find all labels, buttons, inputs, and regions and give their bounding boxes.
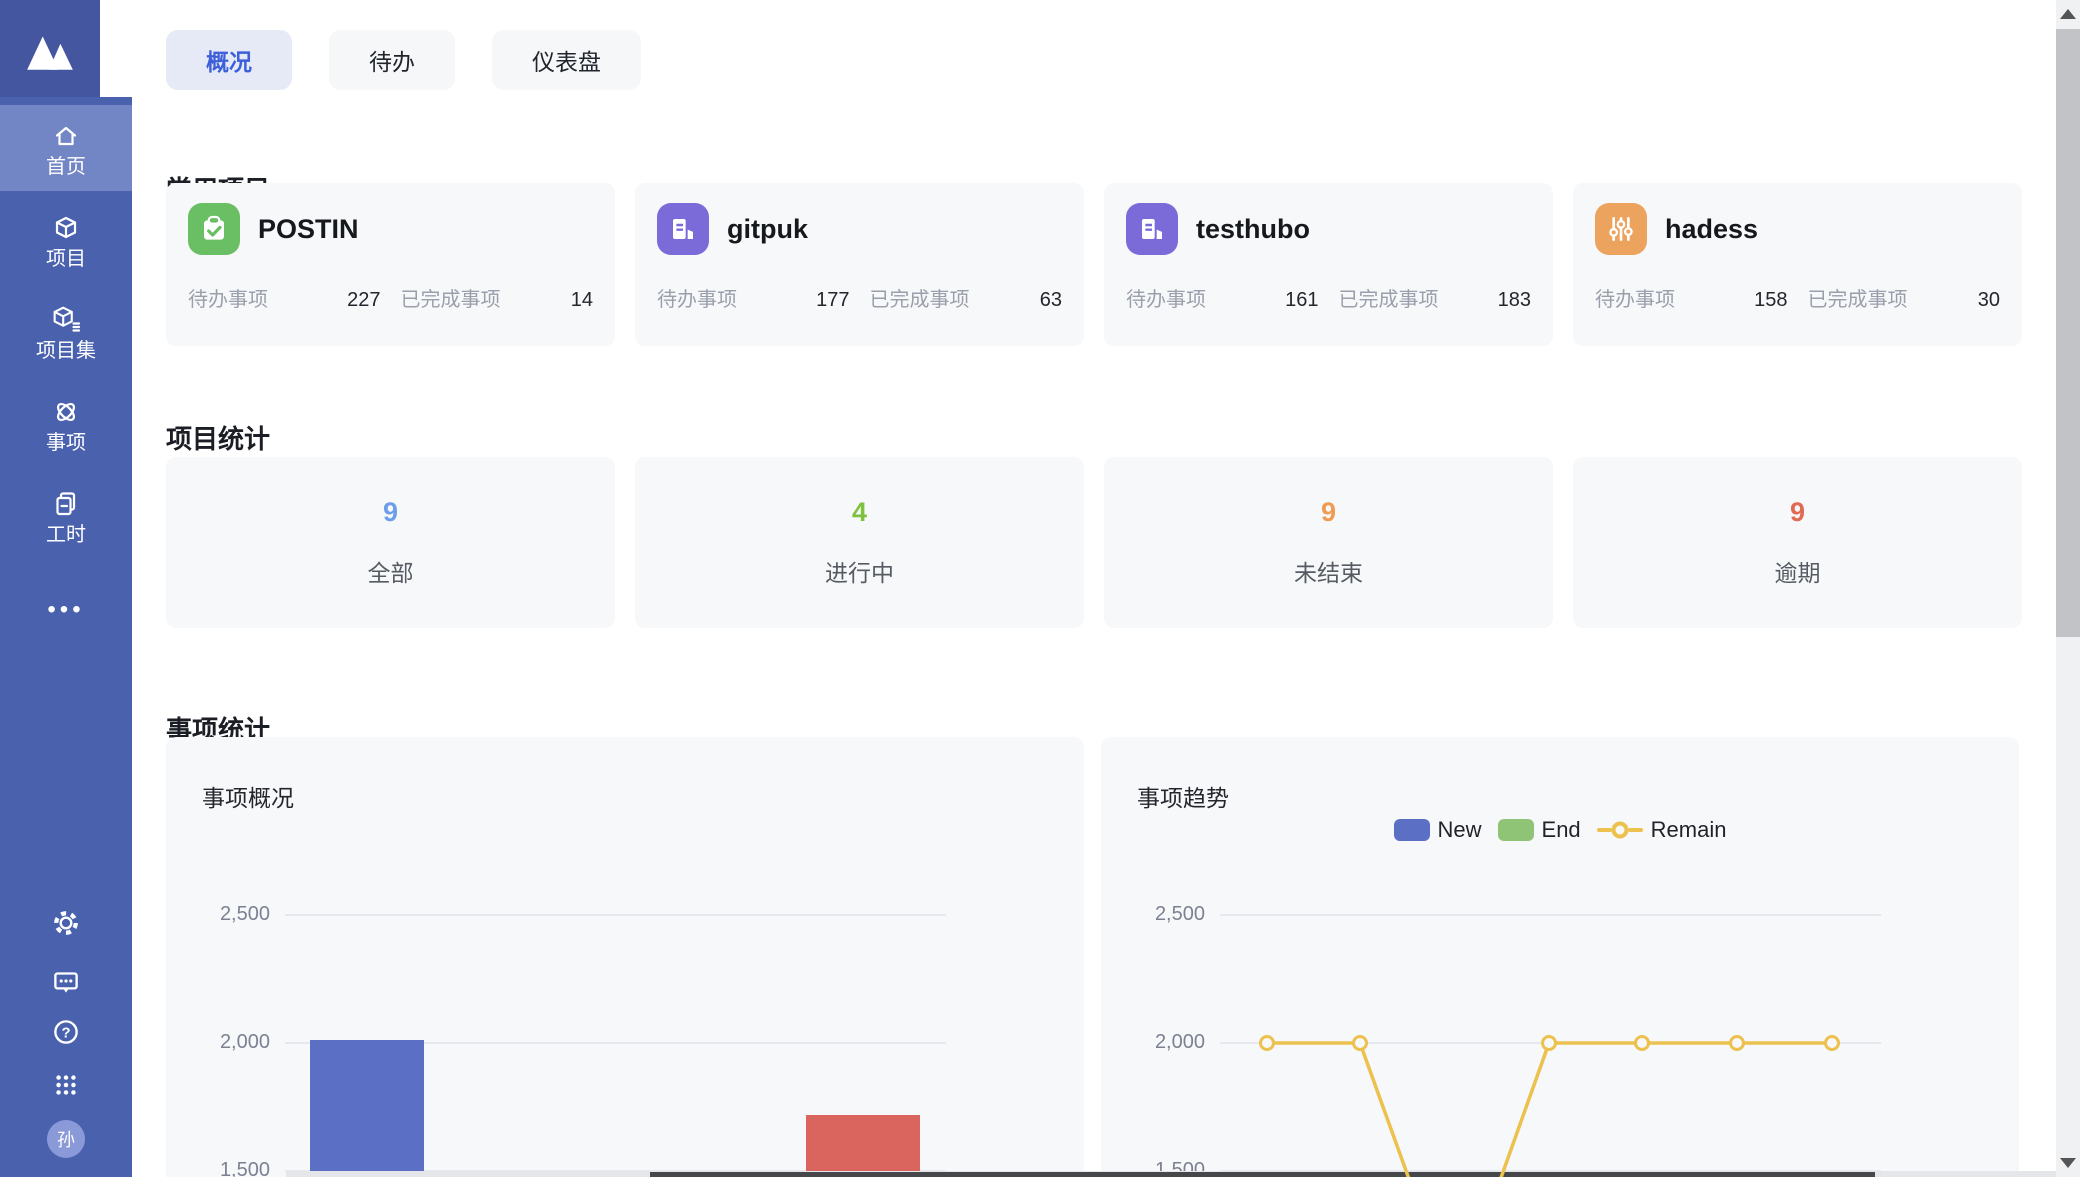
item-trend-chart: 事项趋势 New End Remain 1,5002,0002,5	[1101, 737, 2019, 1177]
tab-todo[interactable]: 待办	[329, 30, 455, 90]
mountain-logo-icon	[23, 24, 77, 74]
gridline	[285, 914, 946, 916]
sidebar-item-worktime[interactable]: 工时	[0, 473, 132, 559]
done-label: 已完成事项	[1339, 283, 1439, 312]
sidebar-corner-patch	[100, 0, 132, 97]
todo-count: 227	[347, 289, 380, 312]
dashboard-page: 首页 项目 项目集	[0, 0, 2080, 1177]
svg-text:?: ?	[61, 1025, 70, 1041]
settings-gear-icon[interactable]	[0, 906, 132, 940]
section-title-project-stats: 项目统计	[166, 419, 270, 456]
done-label: 已完成事项	[870, 283, 970, 312]
y-axis-tick-label: 1,500	[190, 1159, 270, 1177]
todo-count: 158	[1754, 289, 1787, 312]
apps-grid-icon[interactable]	[0, 1068, 132, 1102]
sidebar-item-label: 首页	[46, 157, 86, 177]
done-count: 63	[1040, 289, 1062, 312]
bar-1	[310, 1040, 424, 1177]
stat-card-all[interactable]: 9 全部	[166, 457, 615, 628]
stat-label: 进行中	[825, 554, 894, 588]
done-count: 183	[1498, 289, 1531, 312]
project-card[interactable]: gitpuk 待办事项 177 已完成事项 63	[635, 183, 1084, 346]
stat-card-unfinished[interactable]: 9 未结束	[1104, 457, 1553, 628]
loops-icon	[50, 396, 82, 428]
sidebar-item-label: 工时	[46, 525, 86, 545]
documents-icon	[50, 488, 82, 520]
cube-list-icon	[50, 304, 82, 336]
done-label: 已完成事项	[401, 283, 501, 312]
help-icon[interactable]: ?	[0, 1015, 132, 1049]
stat-value: 9	[383, 497, 398, 528]
done-count: 14	[571, 289, 593, 312]
sidebar-item-project[interactable]: 项目	[0, 197, 132, 283]
project-card[interactable]: POSTIN 待办事项 227 已完成事项 14	[166, 183, 615, 346]
todo-label: 待办事项	[1595, 283, 1675, 312]
project-cards-row: POSTIN 待办事项227 已完成事项14 gitpuk 待办事项17	[166, 183, 2022, 346]
trend-line-svg	[1101, 737, 2019, 1177]
sidebar-more-button[interactable]: •••	[0, 596, 132, 624]
vertical-scrollbar[interactable]	[2056, 0, 2080, 1177]
todo-label: 待办事项	[1126, 283, 1206, 312]
clipboard-check-icon	[188, 203, 240, 255]
sidebar-item-label: 项目集	[36, 341, 96, 361]
sidebar-item-program[interactable]: 项目集	[0, 289, 132, 375]
bar-2	[806, 1115, 920, 1177]
project-name: gitpuk	[727, 214, 808, 245]
stat-value: 9	[1321, 497, 1336, 528]
todo-count: 177	[816, 289, 849, 312]
project-stats-row: 9 全部 4 进行中 9 未结束 9 逾期	[166, 457, 2022, 628]
avatar-initial: 孙	[47, 1120, 85, 1158]
scrollbar-thumb[interactable]	[2056, 29, 2080, 637]
done-label: 已完成事项	[1808, 283, 1908, 312]
sidebar: 首页 项目 项目集	[0, 0, 132, 1177]
scroll-up-icon[interactable]	[2056, 9, 2080, 19]
message-icon[interactable]	[0, 965, 132, 999]
cube-icon	[50, 212, 82, 244]
sliders-icon	[1595, 203, 1647, 255]
top-tabs: 概况 待办 仪表盘	[166, 30, 641, 90]
todo-label: 待办事项	[657, 283, 737, 312]
project-name: testhubo	[1196, 214, 1310, 245]
stat-label: 未结束	[1294, 554, 1363, 588]
done-count: 30	[1978, 289, 2000, 312]
stat-value: 4	[852, 497, 867, 528]
sidebar-item-home[interactable]: 首页	[0, 105, 132, 191]
tab-overview[interactable]: 概况	[166, 30, 292, 90]
chart-title: 事项概况	[202, 779, 294, 813]
project-card[interactable]: testhubo 待办事项 161 已完成事项 183	[1104, 183, 1553, 346]
user-avatar[interactable]: 孙	[0, 1120, 132, 1158]
y-axis-tick-label: 2,500	[190, 903, 270, 926]
stat-label: 全部	[368, 554, 414, 588]
sidebar-item-label: 项目	[46, 249, 86, 269]
home-icon	[50, 120, 82, 152]
project-card[interactable]: hadess 待办事项 158 已完成事项 30	[1573, 183, 2022, 346]
todo-count: 161	[1285, 289, 1318, 312]
repo-icon	[1126, 203, 1178, 255]
sidebar-item-issues[interactable]: 事项	[0, 381, 132, 467]
y-axis-tick-label: 2,000	[190, 1031, 270, 1054]
item-overview-chart: 事项概况 1,500 2,000 2,500	[166, 737, 1084, 1177]
project-name: hadess	[1665, 214, 1758, 245]
stat-card-overdue[interactable]: 9 逾期	[1573, 457, 2022, 628]
tab-dashboard[interactable]: 仪表盘	[492, 30, 641, 90]
todo-label: 待办事项	[188, 283, 268, 312]
app-logo[interactable]	[0, 0, 100, 97]
stat-value: 9	[1790, 497, 1805, 528]
stat-card-in-progress[interactable]: 4 进行中	[635, 457, 1084, 628]
stat-label: 逾期	[1775, 554, 1821, 588]
repo-icon	[657, 203, 709, 255]
sidebar-item-label: 事项	[46, 433, 86, 453]
project-name: POSTIN	[258, 214, 359, 245]
